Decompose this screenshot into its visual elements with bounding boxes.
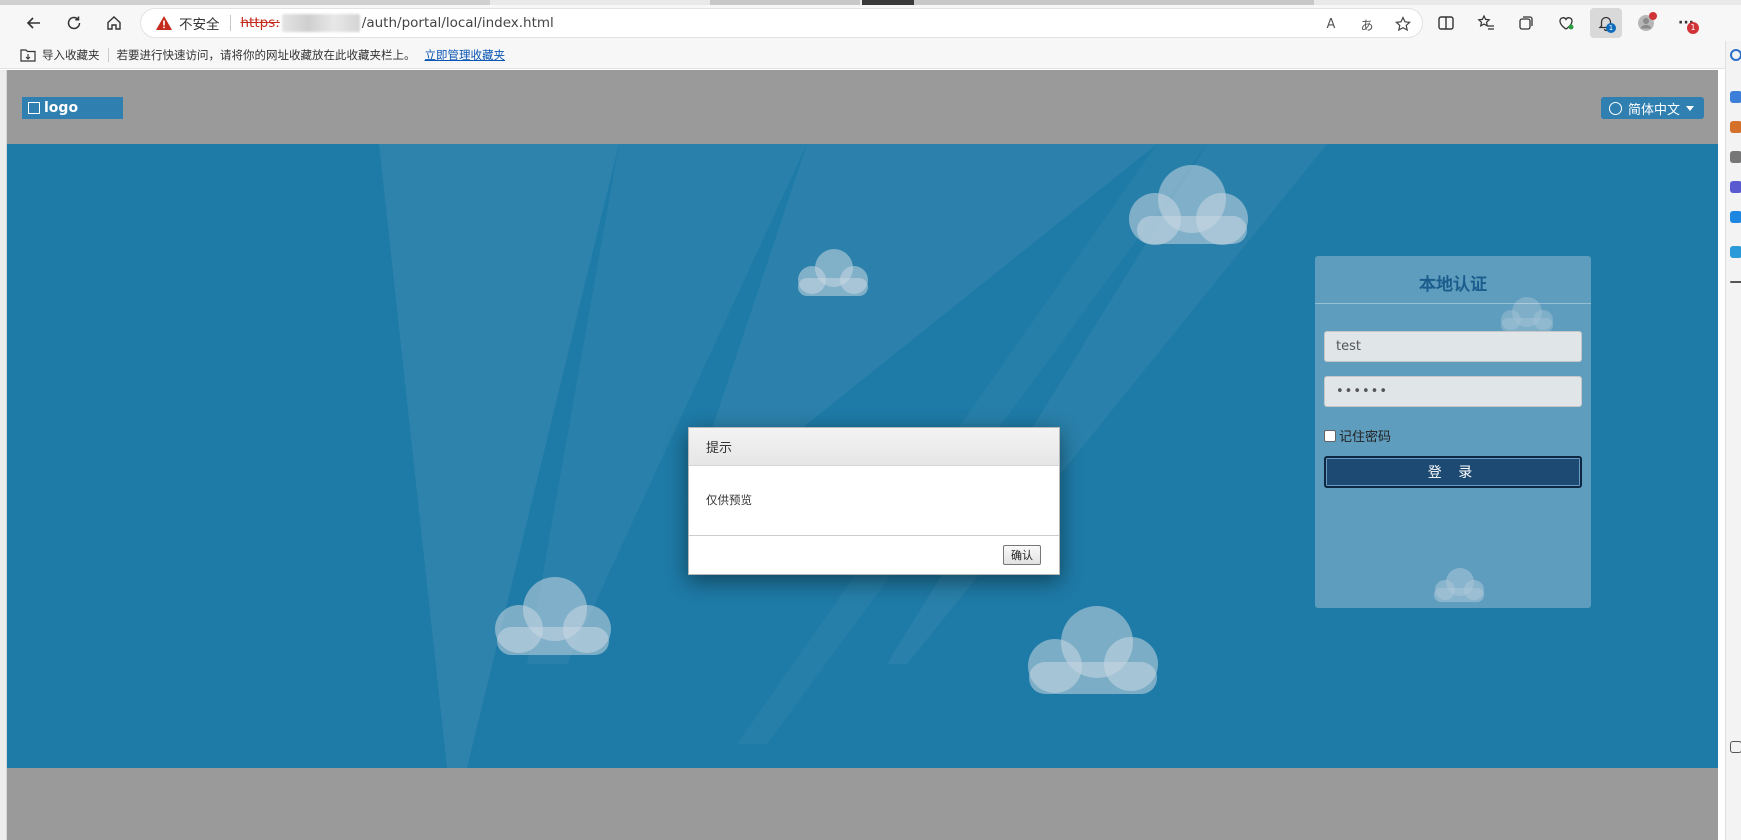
page-viewport: logo 简体中文 本地认证 test •••••• 记住密码 登 录 提示 仅…: [7, 70, 1718, 840]
add-icon[interactable]: [1730, 281, 1741, 283]
profile-button[interactable]: [1630, 8, 1662, 38]
dialog-message: 仅供预览: [706, 493, 752, 507]
notification-count-badge: 1: [1606, 23, 1616, 33]
back-button[interactable]: [16, 7, 52, 39]
shopping-icon[interactable]: [1730, 121, 1741, 133]
copilot-icon[interactable]: [1730, 91, 1741, 103]
split-screen-button[interactable]: [1430, 8, 1462, 38]
split-screen-icon: [1438, 16, 1454, 30]
favorites-bar: 导入收藏夹 若要进行快速访问，请将你的网址收藏放在此收藏夹栏上。 立即管理收藏夹: [0, 41, 1725, 69]
login-title: 本地认证: [1315, 256, 1591, 304]
profile-alert-dot: [1649, 12, 1657, 20]
site-header: logo 简体中文: [7, 70, 1718, 144]
address-bar[interactable]: 不安全 https: /auth/portal/local/index.html…: [140, 8, 1423, 38]
collections-button[interactable]: [1510, 8, 1542, 38]
site-footer: [7, 768, 1718, 840]
remember-password[interactable]: 记住密码: [1324, 426, 1391, 445]
sidebar-settings-icon[interactable]: [1730, 741, 1741, 753]
collections-icon: [1519, 16, 1533, 30]
manage-favorites-link[interactable]: 立即管理收藏夹: [425, 47, 506, 63]
dialog-body: 仅供预览: [689, 466, 1059, 536]
insecure-label[interactable]: 不安全: [179, 13, 220, 33]
browser-essentials-button[interactable]: [1550, 8, 1582, 38]
image-placeholder-icon: [28, 102, 40, 114]
password-input[interactable]: ••••••: [1324, 376, 1582, 407]
login-panel: 本地认证 test •••••• 记住密码 登 录: [1315, 256, 1591, 608]
home-button[interactable]: [96, 7, 132, 39]
alert-dialog: 提示 仅供预览 确认: [688, 427, 1060, 575]
office-icon[interactable]: [1730, 211, 1741, 223]
import-favorites-button[interactable]: 导入收藏夹: [20, 47, 100, 63]
browser-right-toolbar: 1 ··· 1: [1430, 8, 1702, 38]
caret-down-icon: [1686, 105, 1694, 111]
import-favorites-label: 导入收藏夹: [42, 47, 100, 62]
cloud-decoration: [798, 249, 868, 296]
language-label: 简体中文: [1627, 102, 1680, 118]
url-host-redacted: [281, 14, 360, 32]
read-aloud-icon[interactable]: A: [1320, 13, 1342, 35]
language-dropdown[interactable]: 简体中文: [1600, 97, 1704, 119]
favorite-star-icon[interactable]: [1392, 13, 1414, 35]
favorites-bar-hint: 若要进行快速访问，请将你的网址收藏放在此收藏夹栏上。: [116, 47, 416, 62]
url-scheme: https:: [240, 15, 280, 31]
remember-checkbox[interactable]: [1324, 429, 1336, 442]
cloud-decoration: [1028, 606, 1158, 694]
logo-text: logo: [44, 100, 79, 116]
dialog-ok-button[interactable]: 确认: [1003, 545, 1041, 565]
games-icon[interactable]: [1730, 181, 1741, 193]
cloud-decoration: [1129, 165, 1248, 245]
browser-toolbar: 不安全 https: /auth/portal/local/index.html…: [0, 5, 1741, 41]
site-logo[interactable]: logo: [22, 97, 123, 119]
login-button[interactable]: 登 录: [1324, 456, 1582, 488]
translate-icon[interactable]: あ: [1356, 13, 1378, 35]
remember-label: 记住密码: [1339, 430, 1392, 445]
back-arrow-icon: [26, 17, 40, 29]
refresh-button[interactable]: [56, 7, 92, 39]
dialog-footer: 确认: [689, 536, 1059, 574]
folder-import-icon: [20, 48, 36, 62]
warning-icon: [156, 16, 172, 30]
home-icon: [107, 16, 121, 30]
tools-icon[interactable]: [1730, 151, 1741, 163]
heart-pulse-icon: [1559, 17, 1574, 30]
search-icon[interactable]: [1730, 49, 1741, 61]
outlook-icon[interactable]: [1730, 246, 1741, 258]
globe-icon: [1608, 101, 1622, 115]
username-input[interactable]: test: [1324, 331, 1582, 362]
favorites-bar-separator: [107, 47, 109, 62]
url-path: /auth/portal/local/index.html: [361, 15, 554, 31]
cloud-decoration: [495, 577, 611, 655]
address-separator: [229, 15, 231, 31]
notifications-button[interactable]: 1: [1590, 8, 1622, 38]
refresh-icon: [67, 16, 81, 30]
page-left-edge: [0, 70, 7, 840]
address-bar-actions: A あ: [1320, 13, 1414, 35]
dialog-title: 提示: [689, 428, 1059, 466]
more-menu-button[interactable]: ··· 1: [1670, 8, 1702, 38]
extension-alert-badge: 1: [1687, 22, 1699, 34]
favorites-list-icon: [1477, 14, 1494, 30]
edge-sidebar: [1725, 41, 1741, 840]
favorites-button[interactable]: [1470, 8, 1502, 38]
